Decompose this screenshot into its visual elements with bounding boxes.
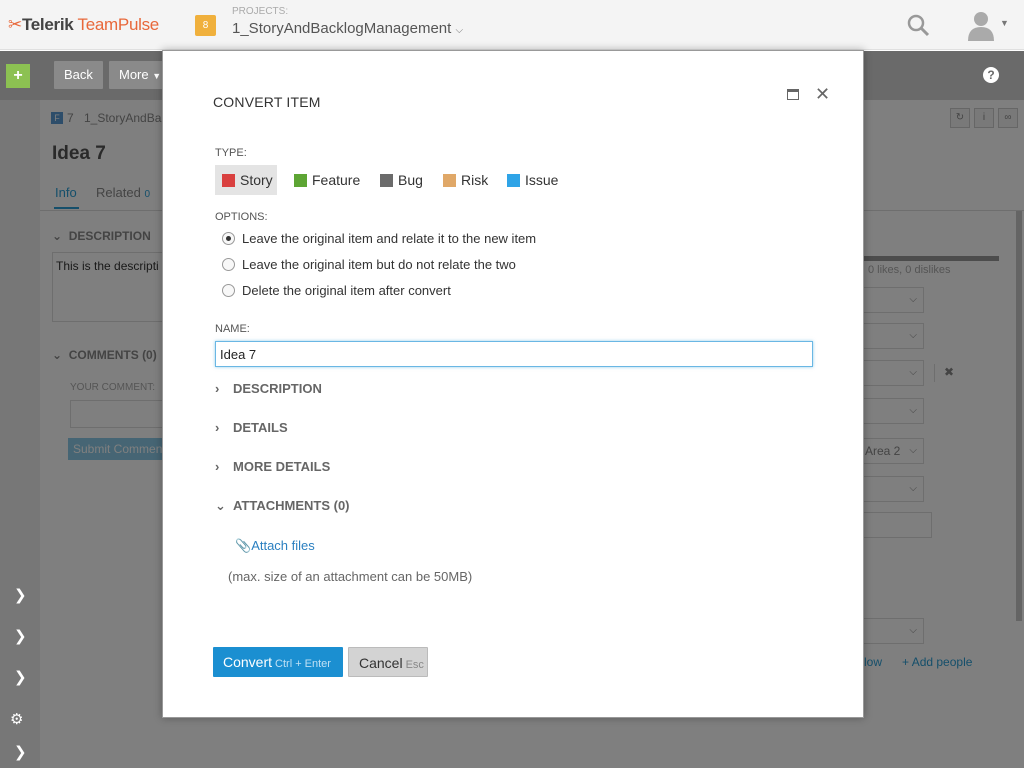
rail-expand-chevron-icon[interactable]: ❯ (14, 627, 27, 645)
issue-color-swatch (507, 174, 520, 187)
section-label: ATTACHMENTS (0) (233, 498, 350, 513)
description-section-toggle[interactable]: › DESCRIPTION (215, 381, 322, 396)
name-label: NAME: (215, 323, 250, 335)
user-menu-caret-icon[interactable]: ▼ (1000, 18, 1009, 28)
logo-mark-icon: ✂ (8, 15, 22, 34)
radio-button[interactable] (222, 258, 235, 271)
attach-files-link[interactable]: 📎Attach files (235, 538, 315, 554)
option-relate[interactable]: Leave the original item and relate it to… (222, 231, 536, 246)
section-label: DETAILS (233, 420, 288, 435)
type-option-label: Issue (525, 172, 559, 188)
user-avatar-icon[interactable] (964, 8, 998, 42)
projects-caption: PROJECTS: (232, 6, 289, 17)
cancel-button[interactable]: Cancel Esc (348, 647, 428, 677)
convert-button-label: Convert (223, 654, 273, 670)
options-label: OPTIONS: (215, 211, 268, 223)
cancel-shortcut-hint: Esc (405, 659, 424, 671)
rail-expand-chevron-icon[interactable]: ❯ (14, 586, 27, 604)
more-button-label: More (119, 67, 149, 82)
maximize-icon[interactable] (787, 89, 799, 100)
add-item-button[interactable]: + (6, 64, 30, 88)
attach-files-label: Attach files (251, 538, 315, 553)
type-option-label: Feature (312, 172, 361, 188)
type-option-issue[interactable]: Issue (500, 165, 558, 195)
rail-expand-chevron-icon[interactable]: ❯ (14, 743, 27, 761)
more-details-section-toggle[interactable]: › MORE DETAILS (215, 459, 330, 474)
type-option-feature[interactable]: Feature (287, 165, 360, 195)
chevron-down-icon: ▼ (152, 71, 162, 81)
convert-shortcut-hint: Ctrl + Enter (275, 658, 331, 670)
chevron-down-icon: ⌄ (215, 498, 226, 513)
type-option-label: Bug (398, 172, 423, 188)
logo-text-telerik: Telerik (21, 15, 74, 34)
radio-button[interactable] (222, 232, 235, 245)
convert-button[interactable]: Convert Ctrl + Enter (213, 647, 343, 677)
help-icon[interactable]: ? (983, 67, 999, 83)
type-option-label: Risk (461, 172, 489, 188)
chevron-right-icon: › (215, 459, 220, 474)
chevron-right-icon: › (215, 420, 220, 435)
project-selector[interactable]: 1_StoryAndBacklogManagement ⌵ (232, 20, 463, 37)
type-option-risk[interactable]: Risk (436, 165, 488, 195)
type-option-bug[interactable]: Bug (373, 165, 423, 195)
back-button[interactable]: Back (54, 61, 103, 89)
project-badge: 8 (195, 15, 216, 36)
dialog-title: CONVERT ITEM (213, 94, 321, 110)
top-header: ✂Telerik TeamPulse 8 PROJECTS: 1_StoryAn… (0, 0, 1024, 50)
attachments-section-toggle[interactable]: ⌄ ATTACHMENTS (0) (215, 498, 350, 514)
attachment-size-note: (max. size of an attachment can be 50MB) (228, 569, 473, 584)
paperclip-icon: 📎 (235, 538, 252, 553)
chevron-right-icon: › (215, 381, 220, 396)
close-icon[interactable]: ✕ (815, 84, 830, 105)
cancel-button-label: Cancel (359, 655, 403, 671)
section-label: MORE DETAILS (233, 459, 331, 474)
option-label: Leave the original item and relate it to… (242, 231, 537, 246)
risk-color-swatch (443, 174, 456, 187)
type-option-story[interactable]: Story (215, 165, 277, 195)
type-option-label: Story (240, 172, 273, 188)
settings-gear-icon[interactable]: ⚙ (10, 710, 23, 728)
option-label: Leave the original item but do not relat… (242, 257, 516, 272)
radio-button[interactable] (222, 284, 235, 297)
option-no-relate[interactable]: Leave the original item but do not relat… (222, 257, 516, 272)
rail-expand-chevron-icon[interactable]: ❯ (14, 668, 27, 686)
option-delete-original[interactable]: Delete the original item after convert (222, 283, 451, 298)
project-name: 1_StoryAndBacklogManagement (232, 20, 452, 37)
logo-text-teampulse: TeamPulse (77, 15, 160, 34)
feature-color-swatch (294, 174, 307, 187)
details-section-toggle[interactable]: › DETAILS (215, 420, 288, 435)
name-input[interactable] (215, 341, 813, 367)
chevron-down-icon: ⌵ (455, 25, 464, 36)
story-color-swatch (222, 174, 235, 187)
type-label: TYPE: (215, 147, 247, 159)
bug-color-swatch (380, 174, 393, 187)
section-label: DESCRIPTION (233, 381, 322, 396)
option-label: Delete the original item after convert (242, 283, 451, 298)
convert-item-dialog: CONVERT ITEM ✕ TYPE: Story Feature Bug R… (162, 50, 864, 718)
search-icon[interactable] (906, 13, 930, 37)
app-logo[interactable]: ✂Telerik TeamPulse (8, 15, 159, 35)
